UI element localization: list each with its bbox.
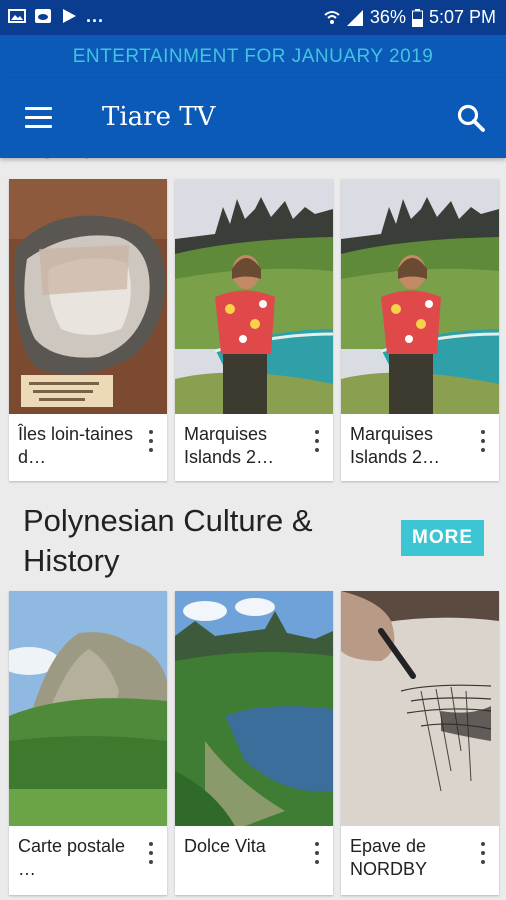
mountain-landscape-thumbnail xyxy=(9,591,167,826)
clock: 5:07 PM xyxy=(428,7,496,27)
system-status: 36% 5:07 PM xyxy=(324,7,496,28)
card-title: Dolce Vita xyxy=(184,836,266,856)
wifi-icon xyxy=(324,10,340,24)
more-button[interactable]: MORE xyxy=(401,520,484,556)
bay-village-thumbnail xyxy=(175,591,333,826)
more-options-icon[interactable] xyxy=(311,842,323,866)
card-title: Marquises Islands 2… xyxy=(350,424,441,467)
signal-icon xyxy=(346,9,363,26)
card-title: Epave de NORDBY xyxy=(350,836,428,879)
hamburger-menu-icon[interactable] xyxy=(22,104,56,132)
battery-percentage: 36% xyxy=(369,7,406,27)
app-bar: Tiare TV xyxy=(0,78,506,158)
more-options-icon[interactable] xyxy=(477,430,489,454)
more-options-icon[interactable] xyxy=(477,842,489,866)
card-title: Carte postale … xyxy=(18,836,126,879)
video-card[interactable]: Dolce Vita xyxy=(175,591,333,895)
play-store-icon xyxy=(63,9,76,23)
banner-text: ENTERTAINMENT FOR JANUARY 2019 xyxy=(72,46,434,67)
more-notifications-indicator: ... xyxy=(86,6,105,26)
section-title: Polynesian Culture & History xyxy=(23,503,313,578)
status-bar: ... 36% 5:07 PM xyxy=(0,0,506,35)
video-card[interactable]: Carte postale … xyxy=(9,591,167,895)
video-card[interactable]: Îles loin-taines d… xyxy=(9,179,167,481)
section-title-partial: Tahiti xyxy=(26,158,96,166)
video-card[interactable]: Marquises Islands 2… xyxy=(175,179,333,481)
card-title: Îles loin-taines d… xyxy=(18,424,134,467)
more-options-icon[interactable] xyxy=(311,430,323,454)
card-title: Marquises Islands 2… xyxy=(184,424,275,467)
image-icon xyxy=(8,9,26,23)
app-title: Tiare TV xyxy=(102,102,216,132)
promo-banner[interactable]: ENTERTAINMENT FOR JANUARY 2019 xyxy=(0,35,506,78)
notification-icons: ... xyxy=(8,6,105,26)
weather-icon xyxy=(35,9,51,23)
video-card[interactable]: Marquises Islands 2… xyxy=(341,179,499,481)
video-card[interactable]: Epave de NORDBY xyxy=(341,591,499,895)
more-options-icon[interactable] xyxy=(145,842,157,866)
man-on-hillside-thumbnail xyxy=(341,179,499,414)
battery-icon xyxy=(411,8,423,27)
search-icon[interactable] xyxy=(452,100,490,138)
man-on-hillside-thumbnail xyxy=(175,179,333,414)
pearl-shell-thumbnail xyxy=(9,179,167,414)
content-feed[interactable]: Tahiti Îles loin-taines d… xyxy=(0,158,506,900)
more-options-icon[interactable] xyxy=(145,430,157,454)
hand-drawing-thumbnail xyxy=(341,591,499,826)
